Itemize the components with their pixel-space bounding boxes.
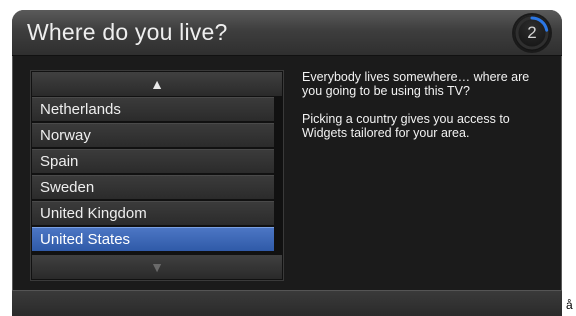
country-item-united-states[interactable]: United States xyxy=(32,227,274,251)
country-item-spain[interactable]: Spain xyxy=(32,149,274,173)
step-badge: 2 xyxy=(514,15,550,51)
country-item-netherlands[interactable]: Netherlands xyxy=(32,97,274,121)
info-paragraph-2: Picking a country gives you access to Wi… xyxy=(302,112,510,140)
chevron-up-icon: ▲ xyxy=(150,76,164,92)
dialog-footer xyxy=(12,290,562,316)
country-item-united-kingdom[interactable]: United Kingdom xyxy=(32,201,274,225)
country-item-norway[interactable]: Norway xyxy=(32,123,274,147)
info-paragraph-1: Everybody lives somewhere… where are you… xyxy=(302,70,530,98)
dialog-title: Where do you live? xyxy=(27,19,228,45)
chevron-down-icon: ▼ xyxy=(150,259,164,275)
dialog-titlebar: Where do you live? 2 xyxy=(12,10,562,56)
info-panel: Everybody lives somewhere… where are you… xyxy=(302,70,547,154)
country-selection-dialog: Where do you live? 2 ▲ Netherlands Norwa… xyxy=(12,10,562,316)
step-number: 2 xyxy=(527,23,537,42)
scroll-up-button[interactable]: ▲ xyxy=(32,72,282,96)
country-list[interactable]: ▲ Netherlands Norway Spain Sweden United… xyxy=(30,70,284,281)
scroll-down-button[interactable]: ▼ xyxy=(32,255,282,279)
corner-text: å xyxy=(566,298,573,312)
country-item-sweden[interactable]: Sweden xyxy=(32,175,274,199)
